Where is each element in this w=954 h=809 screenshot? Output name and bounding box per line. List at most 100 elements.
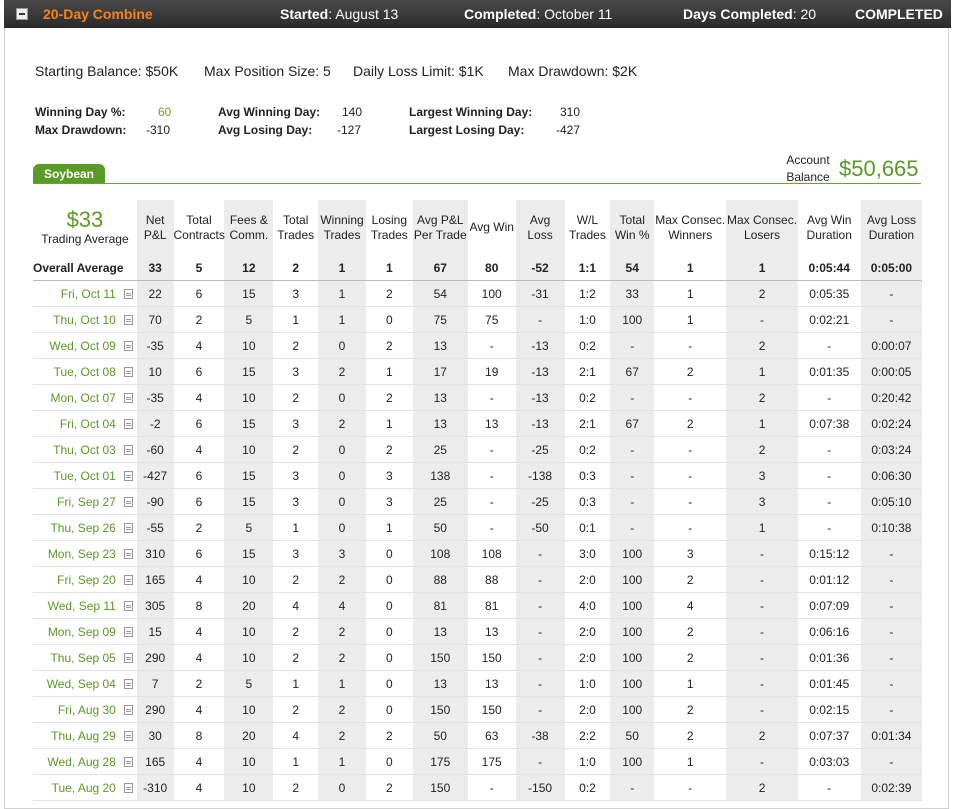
row-date-link[interactable]: Fri, Oct 04 bbox=[33, 410, 137, 437]
cell-avg-loss: -38 bbox=[515, 722, 565, 749]
row-date-link[interactable]: Mon, Oct 07 bbox=[33, 384, 137, 411]
notes-icon[interactable] bbox=[123, 705, 133, 716]
row-date[interactable]: Fri, Aug 30 bbox=[58, 703, 116, 717]
overall-avg-pl-per-trade: 67 bbox=[412, 255, 468, 281]
row-date[interactable]: Thu, Sep 05 bbox=[50, 651, 115, 665]
col-header-avg-win-duration[interactable]: Avg Win Duration bbox=[798, 200, 861, 255]
notes-icon[interactable] bbox=[123, 731, 133, 742]
cell-losing-trades: 3 bbox=[365, 462, 413, 489]
cell-max-consec-losers: 2 bbox=[726, 436, 798, 463]
notes-icon[interactable] bbox=[123, 497, 133, 508]
row-date[interactable]: Tue, Oct 01 bbox=[54, 469, 116, 483]
notes-icon[interactable] bbox=[123, 315, 133, 326]
cell-wl-trades: 1:0 bbox=[564, 670, 611, 697]
cell-max-consec-losers: - bbox=[726, 696, 798, 723]
notes-icon[interactable] bbox=[123, 653, 133, 664]
row-date[interactable]: Fri, Oct 04 bbox=[60, 417, 116, 431]
row-date[interactable]: Mon, Sep 23 bbox=[48, 547, 116, 561]
row-date-link[interactable]: Fri, Sep 27 bbox=[33, 488, 137, 515]
col-header-avg-loss-duration[interactable]: Avg Loss Duration bbox=[860, 200, 922, 255]
row-date[interactable]: Mon, Sep 09 bbox=[48, 625, 116, 639]
row-date[interactable]: Wed, Aug 28 bbox=[47, 755, 116, 769]
cell-fees-comm: 15 bbox=[224, 280, 274, 307]
col-header-total-win-pct[interactable]: Total Win % bbox=[610, 200, 655, 255]
col-header-avg-pl-per-trade[interactable]: Avg P&L Per Trade bbox=[412, 200, 468, 255]
row-date-link[interactable]: Fri, Sep 20 bbox=[33, 566, 137, 593]
notes-icon[interactable] bbox=[123, 471, 133, 482]
overall-total-contracts: 5 bbox=[173, 255, 225, 281]
col-header-total-contracts[interactable]: Total Contracts bbox=[174, 200, 225, 255]
row-date-link[interactable]: Thu, Oct 03 bbox=[33, 436, 137, 463]
col-header-fees-comm[interactable]: Fees & Comm. bbox=[224, 200, 274, 255]
col-header-total-trades[interactable]: Total Trades bbox=[273, 200, 318, 255]
col-header-winning-trades[interactable]: Winning Trades bbox=[318, 200, 366, 255]
row-date-link[interactable]: Thu, Oct 10 bbox=[33, 306, 137, 333]
cell-avg-win-duration: - bbox=[797, 462, 861, 489]
cell-fees-comm: 10 bbox=[224, 384, 274, 411]
notes-icon[interactable] bbox=[123, 679, 133, 690]
row-date-link[interactable]: Mon, Sep 09 bbox=[33, 618, 137, 645]
notes-icon[interactable] bbox=[123, 627, 133, 638]
notes-icon[interactable] bbox=[123, 367, 133, 378]
col-header-avg-win[interactable]: Avg Win bbox=[468, 200, 516, 255]
row-date[interactable]: Wed, Oct 09 bbox=[49, 339, 115, 353]
notes-icon[interactable] bbox=[123, 601, 133, 612]
cell-avg-pl-per-trade: 50 bbox=[412, 514, 468, 541]
notes-icon[interactable] bbox=[123, 523, 133, 534]
notes-icon[interactable] bbox=[123, 783, 133, 794]
row-date-link[interactable]: Wed, Aug 28 bbox=[33, 748, 137, 775]
row-date-link[interactable]: Tue, Oct 01 bbox=[33, 462, 137, 489]
row-date-link[interactable]: Fri, Aug 30 bbox=[33, 696, 137, 723]
notes-icon[interactable] bbox=[123, 419, 133, 430]
row-date-link[interactable]: Mon, Sep 23 bbox=[33, 540, 137, 567]
collapse-icon[interactable] bbox=[16, 8, 28, 20]
col-header-losing-trades[interactable]: Losing Trades bbox=[366, 200, 413, 255]
tab-soybean[interactable]: Soybean bbox=[33, 164, 105, 184]
row-date[interactable]: Fri, Oct 11 bbox=[61, 287, 116, 301]
row-date[interactable]: Wed, Sep 11 bbox=[48, 599, 116, 613]
cell-winning-trades: 1 bbox=[318, 748, 366, 775]
row-date-link[interactable]: Thu, Sep 05 bbox=[33, 644, 137, 671]
row-date[interactable]: Thu, Oct 10 bbox=[53, 313, 116, 327]
row-date[interactable]: Thu, Sep 26 bbox=[50, 521, 115, 535]
row-date[interactable]: Tue, Aug 20 bbox=[52, 781, 116, 795]
notes-icon[interactable] bbox=[123, 549, 133, 560]
col-header-max-consec-winners[interactable]: Max Consec. Winners bbox=[654, 200, 726, 255]
col-header-max-consec-losers[interactable]: Max Consec. Losers bbox=[726, 200, 798, 255]
row-date-link[interactable]: Wed, Oct 09 bbox=[33, 332, 137, 359]
cell-winning-trades: 1 bbox=[318, 670, 366, 697]
row-date-link[interactable]: Tue, Oct 08 bbox=[33, 358, 137, 385]
notes-icon[interactable] bbox=[123, 575, 133, 586]
row-date[interactable]: Wed, Sep 04 bbox=[47, 677, 116, 691]
row-date[interactable]: Tue, Oct 08 bbox=[54, 365, 116, 379]
cell-net-pl: 305 bbox=[136, 592, 174, 619]
row-date-link[interactable]: Fri, Oct 11 bbox=[33, 280, 137, 307]
row-date[interactable]: Thu, Oct 03 bbox=[53, 443, 116, 457]
cell-max-consec-winners: 4 bbox=[654, 592, 727, 619]
starting-balance: Starting Balance: $50K bbox=[35, 63, 179, 79]
notes-icon[interactable] bbox=[123, 393, 133, 404]
col-header-wl-trades[interactable]: W/L Trades bbox=[565, 200, 611, 255]
cell-total-win-pct: 100 bbox=[610, 670, 655, 697]
row-date-link[interactable]: Tue, Aug 20 bbox=[33, 774, 137, 801]
row-date[interactable]: Thu, Aug 29 bbox=[51, 729, 116, 743]
notes-icon[interactable] bbox=[123, 289, 133, 300]
notes-icon[interactable] bbox=[123, 757, 133, 768]
cell-max-consec-losers: 2 bbox=[726, 722, 798, 749]
cell-wl-trades: 2:2 bbox=[564, 722, 611, 749]
cell-avg-loss: -25 bbox=[515, 488, 565, 515]
row-date[interactable]: Fri, Sep 27 bbox=[57, 495, 116, 509]
row-date-link[interactable]: Wed, Sep 04 bbox=[33, 670, 137, 697]
row-date-link[interactable]: Wed, Sep 11 bbox=[33, 592, 137, 619]
cell-avg-win-duration: 0:06:16 bbox=[797, 618, 861, 645]
col-header-net-pl[interactable]: Net P&L bbox=[136, 200, 174, 255]
row-date-link[interactable]: Thu, Sep 26 bbox=[33, 514, 137, 541]
col-header-avg-loss[interactable]: Avg Loss bbox=[515, 200, 565, 255]
notes-icon[interactable] bbox=[123, 445, 133, 456]
row-date-link[interactable]: Thu, Aug 29 bbox=[33, 722, 137, 749]
cell-total-win-pct: 33 bbox=[610, 280, 655, 307]
cell-total-contracts: 8 bbox=[173, 722, 225, 749]
row-date[interactable]: Mon, Oct 07 bbox=[50, 391, 115, 405]
row-date[interactable]: Fri, Sep 20 bbox=[57, 573, 116, 587]
notes-icon[interactable] bbox=[123, 341, 133, 352]
